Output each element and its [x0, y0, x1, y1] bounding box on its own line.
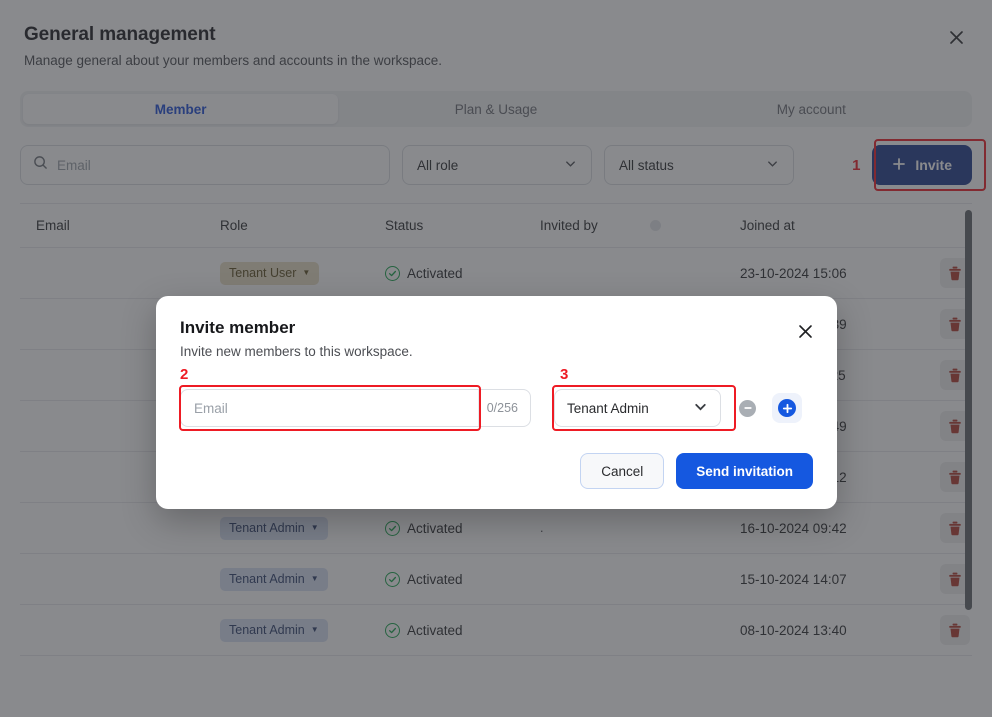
annotation-3: 3 [560, 366, 569, 383]
dialog-subtitle: Invite new members to this workspace. [180, 344, 413, 359]
role-select[interactable]: Tenant Admin [554, 389, 721, 427]
minus-circle-icon[interactable] [739, 399, 756, 417]
cancel-button[interactable]: Cancel [580, 453, 665, 489]
invite-member-dialog: Invite member Invite new members to this… [156, 296, 837, 509]
role-select-value: Tenant Admin [567, 400, 649, 416]
char-counter: 0/256 [477, 390, 530, 426]
annotation-2: 2 [180, 366, 189, 383]
email-input[interactable] [181, 390, 478, 426]
chevron-down-icon [693, 399, 708, 417]
invite-entry-row: 0/256 Tenant Admin [179, 385, 813, 431]
plus-circle-icon [778, 399, 796, 417]
add-row-button[interactable] [772, 393, 802, 423]
dialog-title: Invite member [180, 318, 296, 337]
send-invitation-button[interactable]: Send invitation [676, 453, 813, 489]
email-input-group: 0/256 [180, 389, 531, 427]
dialog-close-icon[interactable] [795, 321, 815, 341]
dialog-actions: Cancel Send invitation [580, 453, 813, 489]
